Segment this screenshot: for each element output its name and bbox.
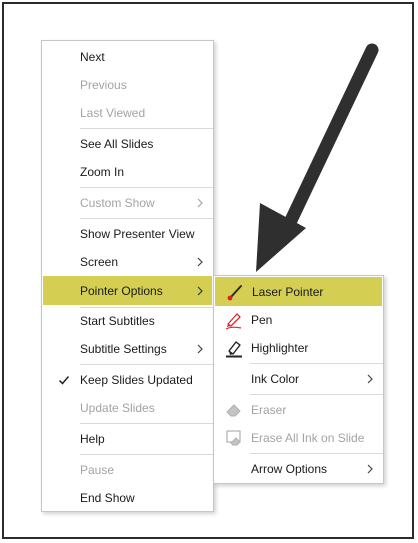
annotation-arrow-icon: [256, 43, 379, 272]
